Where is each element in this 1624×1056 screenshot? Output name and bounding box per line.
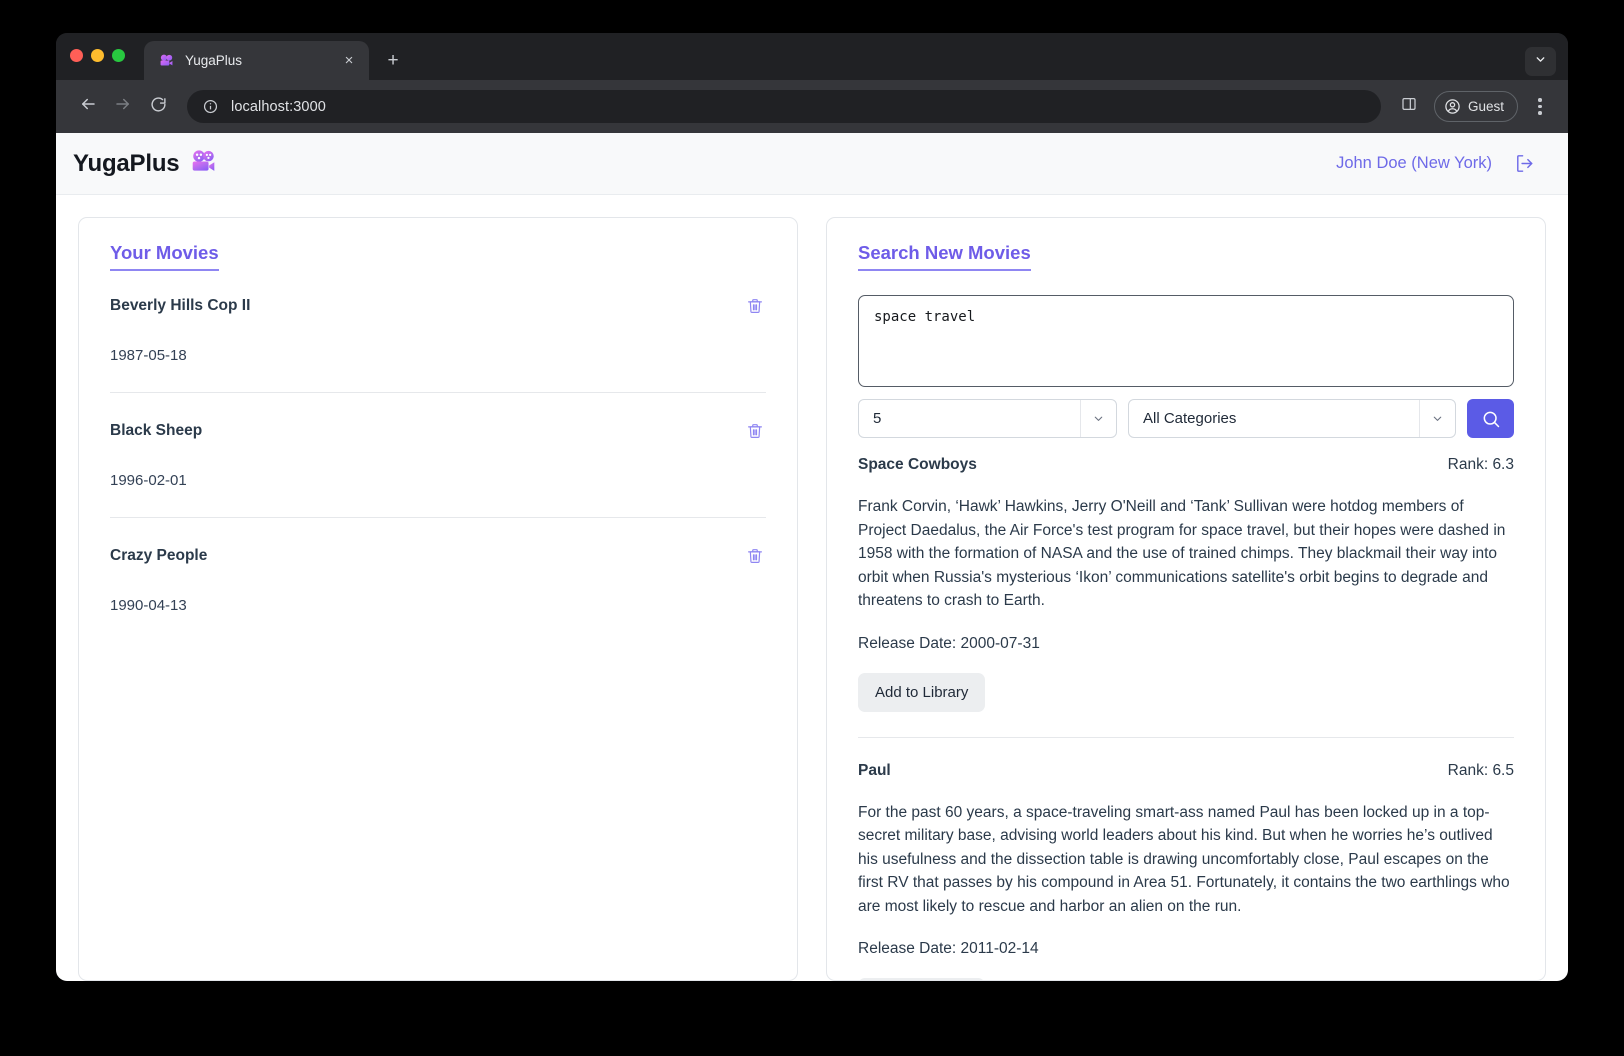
movie-title: Black Sheep [110,422,203,439]
add-to-library-button[interactable]: Add to Library [858,672,986,712]
tab-list-button[interactable] [1525,47,1556,76]
address-bar-url: localhost:3000 [231,98,326,115]
new-tab-button[interactable]: + [378,45,408,75]
movie-camera-icon [190,148,217,180]
result-release-date: Release Date: 2011-02-14 [858,940,1039,958]
library-panel-title[interactable]: Your Movies [110,242,219,271]
account-circle-icon [1444,98,1461,115]
info-circle-icon[interactable] [203,99,218,114]
trash-icon[interactable] [744,545,766,567]
result-title: Paul [858,761,891,779]
back-arrow-icon [79,95,97,118]
browser-menu-button[interactable] [1525,91,1555,123]
back-button[interactable] [72,91,104,123]
chevron-down-icon [1419,400,1455,437]
reload-icon [150,96,167,118]
result-overview: Frank Corvin, ‘Hawk’ Hawkins, Jerry O'Ne… [858,498,1506,610]
trash-icon[interactable] [744,420,766,442]
close-icon[interactable]: × [340,52,358,70]
reload-button[interactable] [142,91,174,123]
page-viewport: YugaPlus John Doe (New York) Your Movies… [56,133,1568,981]
result-release-date: Release Date: 2000-07-31 [858,634,1040,652]
category-value: All Categories [1143,410,1237,427]
logout-icon[interactable] [1513,152,1536,175]
result-count-value: 5 [873,410,882,427]
close-window-button[interactable] [70,49,83,62]
brand-name: YugaPlus [73,149,180,177]
list-item: Crazy People 1990-04-13 [110,517,766,642]
result-title: Space Cowboys [858,456,977,473]
main-content: Your Movies Beverly Hills Cop II 1987-05… [56,195,1568,981]
result-rank: Rank: 6.5 [1447,761,1514,779]
search-controls: 5 All Categories [858,399,1514,438]
browser-window: YugaPlus × + localhost:3000 Guest YugaPl… [56,33,1568,981]
search-result: Paul Rank: 6.5 For the past 60 years, a … [858,736,1514,980]
search-icon [1481,409,1501,429]
list-item: Beverly Hills Cop II 1987-05-18 [110,295,766,392]
movie-title: Crazy People [110,547,208,564]
app-header: YugaPlus John Doe (New York) [56,133,1568,195]
search-result: Space Cowboys Rank: 6.3 Frank Corvin, ‘H… [858,438,1514,712]
browser-tab[interactable]: YugaPlus × [144,41,369,80]
minimize-window-button[interactable] [91,49,104,62]
brand[interactable]: YugaPlus [73,148,217,180]
search-panel-title[interactable]: Search New Movies [858,242,1031,271]
chevron-down-icon [1080,400,1116,437]
result-count-select[interactable]: 5 [858,399,1117,438]
forward-button[interactable] [107,91,139,123]
kebab-menu-icon [1538,98,1542,102]
movie-release-date: 1990-04-13 [110,597,187,614]
header-user-area: John Doe (New York) [1336,152,1536,175]
movie-release-date: 1987-05-18 [110,347,187,364]
browser-toolbar: localhost:3000 Guest [56,80,1568,133]
result-overview: For the past 60 years, a space-traveling… [858,803,1510,915]
category-select[interactable]: All Categories [1128,399,1456,438]
profile-label: Guest [1467,99,1504,114]
maximize-window-button[interactable] [112,49,125,62]
library-panel: Your Movies Beverly Hills Cop II 1987-05… [78,217,798,981]
list-item: Black Sheep 1996-02-01 [110,392,766,517]
window-traffic-lights [70,33,125,80]
search-button[interactable] [1467,399,1514,438]
add-to-library-button[interactable]: Add to Library [858,978,986,980]
forward-arrow-icon [114,95,132,118]
split-view-icon [1401,96,1417,117]
movie-release-date: 1996-02-01 [110,472,187,489]
chevron-down-icon [1534,53,1547,71]
browser-tab-title: YugaPlus [185,53,243,68]
profile-chip[interactable]: Guest [1433,91,1518,122]
trash-icon[interactable] [744,295,766,317]
result-rank: Rank: 6.3 [1447,456,1514,473]
address-bar[interactable]: localhost:3000 [187,90,1381,123]
split-view-button[interactable] [1393,91,1425,123]
browser-tab-strip: YugaPlus × + [56,33,1568,80]
user-profile-link[interactable]: John Doe (New York) [1336,154,1492,173]
search-input[interactable] [858,295,1514,387]
movie-title: Beverly Hills Cop II [110,297,251,314]
search-panel: Search New Movies 5 All Categories [826,217,1546,981]
movie-camera-icon [158,52,175,69]
